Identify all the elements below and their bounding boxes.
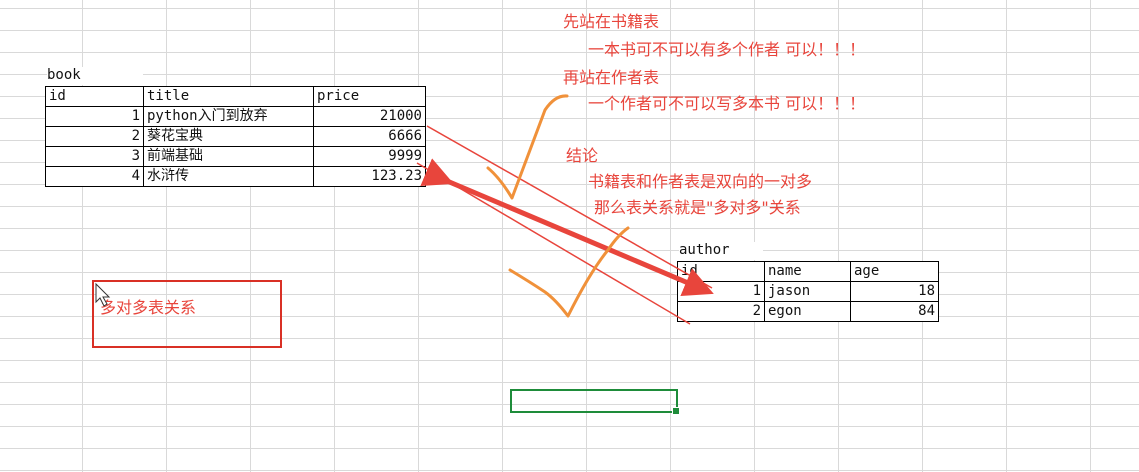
fill-handle[interactable] xyxy=(672,407,680,415)
author-table: id name age 1 jason 18 2 egon 84 xyxy=(677,261,939,322)
book-header-id[interactable]: id xyxy=(45,86,144,107)
note-author-answer: 一个作者可不可以写多本书 可以！！！ xyxy=(588,94,866,113)
book-header-title[interactable]: title xyxy=(143,86,314,107)
many-to-many-label: 多对多表关系 xyxy=(100,298,197,317)
book-header-row: id title price xyxy=(45,86,426,107)
book-header-price[interactable]: price xyxy=(313,86,426,107)
author-header-name[interactable]: name xyxy=(764,261,851,282)
note-conclusion-line2: 那么表关系就是"多对多"关系 xyxy=(594,198,801,217)
note-author-perspective: 再站在作者表 xyxy=(563,68,660,87)
book-cell-title[interactable]: python入门到放弃 xyxy=(143,106,314,127)
book-cell-id[interactable]: 2 xyxy=(45,126,144,147)
author-header-row: id name age xyxy=(677,261,939,282)
note-conclusion-title: 结论 xyxy=(566,146,599,165)
author-header-age[interactable]: age xyxy=(850,261,939,282)
author-header-id[interactable]: id xyxy=(677,261,765,282)
note-book-answer: 一本书可不可以有多个作者 可以！！！ xyxy=(588,40,866,59)
book-cell-id[interactable]: 3 xyxy=(45,146,144,167)
book-row: 1 python入门到放弃 21000 xyxy=(45,106,426,127)
book-cell-title[interactable]: 水浒传 xyxy=(143,166,314,187)
selected-cell[interactable] xyxy=(510,389,680,415)
note-conclusion-line1: 书籍表和作者表是双向的一对多 xyxy=(588,172,813,191)
author-row: 2 egon 84 xyxy=(677,301,939,322)
many-to-many-label-box: 多对多表关系 xyxy=(92,280,282,348)
book-cell-title[interactable]: 葵花宝典 xyxy=(143,126,314,147)
book-table-caption: book xyxy=(47,67,143,85)
book-cell-price[interactable]: 6666 xyxy=(313,126,426,147)
book-row: 3 前端基础 9999 xyxy=(45,146,426,167)
book-cell-title[interactable]: 前端基础 xyxy=(143,146,314,167)
author-cell-age[interactable]: 84 xyxy=(850,301,939,322)
book-cell-price[interactable]: 21000 xyxy=(313,106,426,127)
book-cell-price[interactable]: 123.23 xyxy=(313,166,426,187)
author-cell-id[interactable]: 2 xyxy=(677,301,765,322)
author-cell-name[interactable]: jason xyxy=(764,281,851,302)
author-table-caption: author xyxy=(679,242,763,260)
note-book-perspective: 先站在书籍表 xyxy=(563,12,660,31)
author-cell-age[interactable]: 18 xyxy=(850,281,939,302)
book-cell-price[interactable]: 9999 xyxy=(313,146,426,167)
book-cell-id[interactable]: 1 xyxy=(45,106,144,127)
author-cell-id[interactable]: 1 xyxy=(677,281,765,302)
book-table: id title price 1 python入门到放弃 21000 2 葵花宝… xyxy=(45,86,426,187)
book-cell-id[interactable]: 4 xyxy=(45,166,144,187)
author-row: 1 jason 18 xyxy=(677,281,939,302)
book-row: 2 葵花宝典 6666 xyxy=(45,126,426,147)
book-row: 4 水浒传 123.23 xyxy=(45,166,426,187)
author-cell-name[interactable]: egon xyxy=(764,301,851,322)
